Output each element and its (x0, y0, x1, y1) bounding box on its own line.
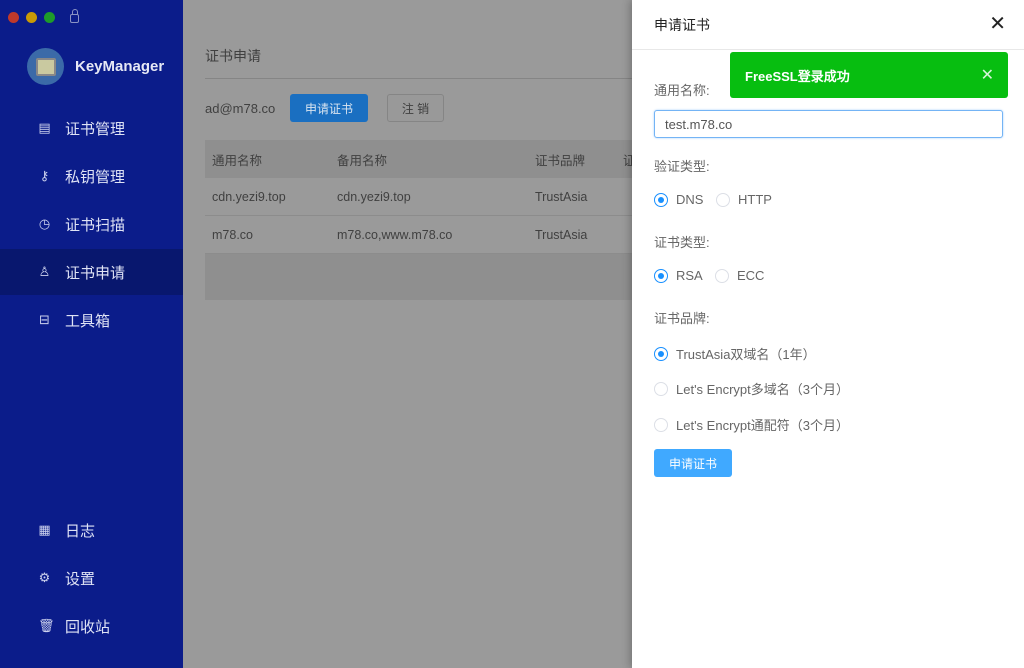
radio-rsa[interactable]: RSA (654, 268, 703, 283)
radio-trustasia[interactable]: TrustAsia双域名（1年） (654, 344, 816, 363)
app-logo (27, 48, 64, 85)
close-window-button[interactable] (8, 12, 19, 23)
sidebar-item-trash[interactable]: 🗑 回收站 (0, 603, 183, 649)
sidebar-item-label: 回收站 (65, 618, 111, 636)
apply-cert-button[interactable]: 申请证书 (290, 94, 368, 122)
radio-label: Let's Encrypt多域名（3个月） (676, 382, 849, 397)
verify-type-label: 验证类型: (654, 159, 710, 174)
apply-cert-drawer: 申请证书 ✕ 通用名称: 验证类型: DNS HTTP 证书类型: RSA EC… (632, 0, 1024, 668)
sidebar-item-label: 证书管理 (65, 120, 126, 138)
minimize-window-button[interactable] (26, 12, 37, 23)
toolbox-icon: ⊟ (39, 312, 50, 327)
radio-label: HTTP (738, 192, 772, 207)
radio-label: DNS (676, 192, 704, 207)
common-name-label: 通用名称: (654, 83, 710, 98)
sidebar-item-label: 日志 (65, 522, 96, 540)
drawer-title: 申请证书 (632, 0, 1024, 50)
radio-letsencrypt-multi[interactable]: Let's Encrypt多域名（3个月） (654, 379, 849, 398)
close-icon[interactable]: ✕ (989, 14, 1006, 34)
radio-unchecked-icon (715, 268, 729, 283)
column-header: 证书品牌 (535, 153, 586, 168)
radio-label: Let's Encrypt通配符（3个月） (676, 418, 849, 433)
sidebar-item-settings[interactable]: ⚙ 设置 (0, 555, 183, 601)
cell-brand: TrustAsia (535, 189, 588, 204)
cert-brand-label: 证书品牌: (654, 311, 710, 326)
sidebar-item-label: 私钥管理 (65, 168, 126, 186)
sidebar-item-label: 证书扫描 (65, 216, 126, 234)
column-header: 备用名称 (337, 153, 388, 168)
column-header: 通用名称 (212, 153, 263, 168)
toast-message: FreeSSL登录成功 (745, 68, 850, 84)
radio-http[interactable]: HTTP (716, 192, 772, 207)
cell-alt-name: m78.co,www.m78.co (337, 227, 453, 242)
user-icon: ♙ (38, 264, 51, 279)
radio-unchecked-icon (716, 192, 730, 207)
table-row[interactable]: cdn.yezi9.top cdn.yezi9.top TrustAsia (205, 178, 635, 216)
radio-label: RSA (676, 268, 703, 283)
divider (205, 78, 635, 79)
common-name-input[interactable] (654, 110, 1003, 138)
radio-checked-icon (654, 346, 668, 361)
sidebar: KeyManager ▤ 证书管理 ⚷ 私钥管理 ◷ 证书扫描 ♙ 证书申请 ⊟ 工具箱 … (0, 0, 183, 668)
sidebar-item-cert-scan[interactable]: ◷ 证书扫描 (0, 201, 183, 247)
radio-letsencrypt-wildcard[interactable]: Let's Encrypt通配符（3个月） (654, 415, 849, 434)
sidebar-item-key-management[interactable]: ⚷ 私钥管理 (0, 153, 183, 199)
table-row[interactable]: m78.co m78.co,www.m78.co TrustAsia (205, 216, 635, 254)
sidebar-item-label: 工具箱 (65, 312, 111, 330)
cert-type-label: 证书类型: (654, 235, 710, 250)
sidebar-item-cert-management[interactable]: ▤ 证书管理 (0, 105, 183, 151)
success-toast: FreeSSL登录成功 ✕ (730, 52, 1008, 98)
trash-icon: 🗑 (38, 618, 55, 633)
page-title: 证书申请 (205, 48, 261, 64)
radio-ecc[interactable]: ECC (715, 268, 764, 283)
sidebar-item-log[interactable]: ▦ 日志 (0, 507, 183, 553)
submit-apply-button[interactable]: 申请证书 (654, 449, 732, 477)
radio-dns[interactable]: DNS (654, 192, 703, 207)
lock-icon[interactable] (70, 9, 79, 23)
scan-icon: ◷ (38, 216, 51, 231)
radio-label: TrustAsia双域名（1年） (676, 347, 816, 362)
key-icon: ⚷ (39, 168, 50, 183)
sidebar-item-toolbox[interactable]: ⊟ 工具箱 (0, 297, 183, 343)
log-icon: ▦ (38, 522, 51, 537)
cell-common-name: m78.co (212, 227, 253, 242)
app-name: KeyManager (75, 58, 165, 75)
radio-unchecked-icon (654, 417, 668, 432)
cell-common-name: cdn.yezi9.top (212, 189, 286, 204)
window-controls (8, 9, 79, 23)
maximize-window-button[interactable] (44, 12, 55, 23)
radio-checked-icon (654, 268, 668, 283)
sidebar-item-label: 设置 (65, 570, 96, 588)
close-icon[interactable]: ✕ (981, 65, 994, 85)
sidebar-item-label: 证书申请 (65, 264, 126, 282)
radio-checked-icon (654, 192, 668, 207)
radio-unchecked-icon (654, 381, 668, 396)
table-footer (205, 254, 635, 300)
safe-icon (35, 57, 56, 76)
certificate-icon: ▤ (38, 120, 51, 135)
gear-icon: ⚙ (38, 570, 51, 585)
radio-label: ECC (737, 268, 765, 283)
table-header: 通用名称 备用名称 证书品牌 证 (205, 140, 635, 178)
cert-table: 通用名称 备用名称 证书品牌 证 cdn.yezi9.top cdn.yezi9… (205, 140, 635, 300)
cell-brand: TrustAsia (535, 227, 588, 242)
cell-alt-name: cdn.yezi9.top (337, 189, 411, 204)
account-email: ad@m78.co (205, 101, 276, 116)
sidebar-item-cert-apply[interactable]: ♙ 证书申请 (0, 249, 183, 295)
logout-button[interactable]: 注 销 (387, 94, 444, 122)
